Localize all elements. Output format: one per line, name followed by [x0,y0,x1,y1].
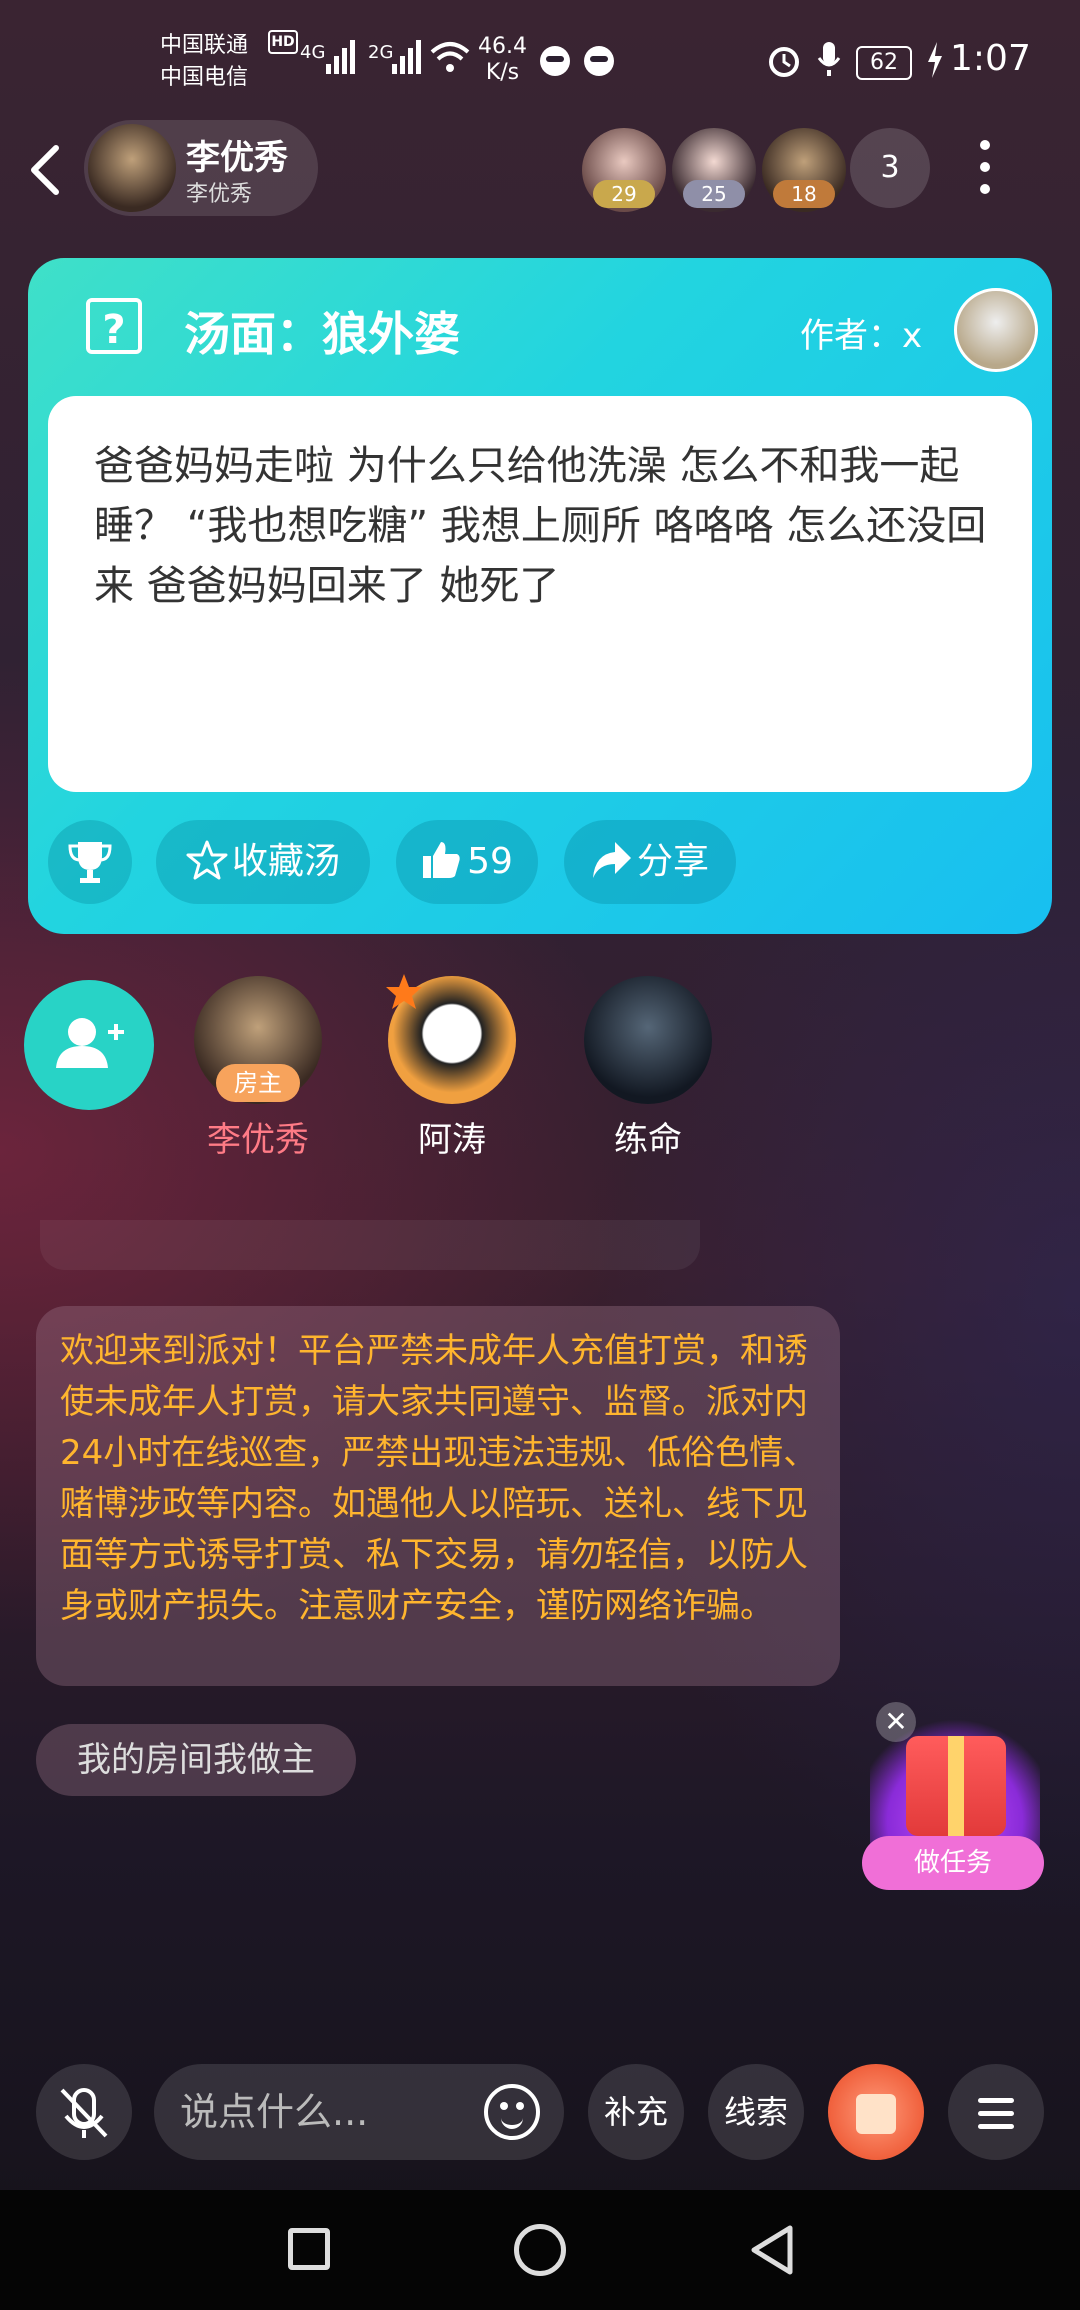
trophy-button[interactable] [48,820,132,904]
gift-ribbon [948,1736,964,1836]
seat-name: 李优秀 [207,1120,309,1160]
share-label: 分享 [636,841,709,882]
host-subtitle: 李优秀 [186,182,253,207]
recents-icon[interactable] [288,2228,330,2270]
supplement-button[interactable]: 补充 [588,2064,684,2160]
clock: 1:07 [950,38,1031,79]
alarm-icon [769,47,799,77]
mask-icon [584,46,614,76]
net-type-1: 4G [300,42,326,63]
soup-text: 爸爸妈妈走啦 为什么只给他洗澡 怎么不和我一起睡？ “我也想吃糖” 我想上厕所 … [94,443,987,609]
net-type-2: 2G [368,42,394,63]
seat-name: 练命 [614,1120,682,1160]
viewer-rank-badge: 25 [683,180,745,208]
share-button[interactable]: 分享 [564,820,736,904]
author-line: 作者：x [800,308,922,357]
add-user-icon [56,1018,124,1068]
soup-body: 爸爸妈妈走啦 为什么只给他洗澡 怎么不和我一起睡？ “我也想吃糖” 我想上厕所 … [48,396,1032,792]
soup-card: ? 汤面：狼外婆 作者：x 爸爸妈妈走啦 为什么只给他洗澡 怎么不和我一起睡？ … [28,258,1052,934]
gift-button[interactable] [828,2064,924,2160]
charging-icon [928,42,942,78]
collect-label: 收藏汤 [231,841,340,882]
faded-message [40,1220,700,1270]
signal-icon-2 [392,40,421,74]
task-button[interactable]: 做任务 [862,1836,1044,1890]
battery-indicator: 62 [856,46,912,80]
author-avatar[interactable] [954,288,1038,372]
menu-button[interactable] [948,2064,1044,2160]
menu-icon [948,2064,1044,2129]
back-nav-icon[interactable] [746,2224,798,2276]
dot [980,140,990,150]
star-icon [186,840,228,880]
collect-button[interactable]: 收藏汤 [156,820,370,904]
clue-button[interactable]: 线索 [708,2064,804,2160]
chat-message: 我的房间我做主 [36,1724,356,1796]
mic-toggle-button[interactable] [36,2064,132,2160]
soup-title: 汤面：狼外婆 [184,307,460,361]
speed-value: 46.4 [478,34,527,59]
back-button[interactable] [26,140,76,200]
like-button[interactable]: 59 [396,820,538,904]
signal-icon-1 [326,40,355,74]
notice-text: 欢迎来到派对！平台严禁未成年人充值打赏，和诱使未成年人打赏，请大家共同遵守、监督… [60,1331,818,1626]
carrier-1: 中国联通 [160,33,249,58]
home-icon[interactable] [514,2224,566,2276]
invite-button[interactable] [24,980,154,1110]
hd-icon: HD [268,30,298,54]
dot [980,184,990,194]
dot [980,162,990,172]
chat-input-placeholder: 说点什么... [180,2090,369,2134]
owner-badge: 房主 [216,1064,300,1102]
status-bar: 中国联通 中国电信 HD 4G 2G 46.4 K/s 62 1:07 [0,0,1080,120]
author-label: 作者： [800,316,902,356]
seat-name: 阿涛 [418,1120,486,1160]
share-icon [592,842,631,878]
chevron-left-icon [31,145,59,195]
network-speed: 46.4 K/s [478,34,527,86]
host-avatar [88,124,176,212]
wifi-icon [430,42,470,72]
question-icon: ? [86,298,142,354]
mask-icon [540,46,570,76]
thumbs-up-icon [423,842,460,878]
viewer-rank-badge: 29 [593,180,655,208]
host-name: 李优秀 [186,138,288,178]
viewer-count[interactable]: 3 [850,128,930,208]
author-name: x [902,316,923,356]
carrier-2: 中国电信 [160,65,249,90]
seat-avatar[interactable] [584,976,712,1104]
star-badge-icon [386,974,422,1009]
emoji-icon[interactable] [484,2084,540,2140]
speed-unit: K/s [485,60,520,85]
trophy-icon [68,842,112,883]
mic-status-icon [817,42,841,76]
system-notice: 欢迎来到派对！平台严禁未成年人充值打赏，和诱使未成年人打赏，请大家共同遵守、监督… [36,1306,840,1686]
more-menu-button[interactable] [970,140,1000,200]
like-count: 59 [467,841,513,882]
carrier-info: 中国联通 中国电信 [160,30,248,94]
host-chip[interactable]: 李优秀 李优秀 [84,120,318,216]
viewer-rank-badge: 18 [773,180,835,208]
close-icon[interactable]: ✕ [876,1702,916,1742]
mic-off-icon [60,2088,108,2138]
